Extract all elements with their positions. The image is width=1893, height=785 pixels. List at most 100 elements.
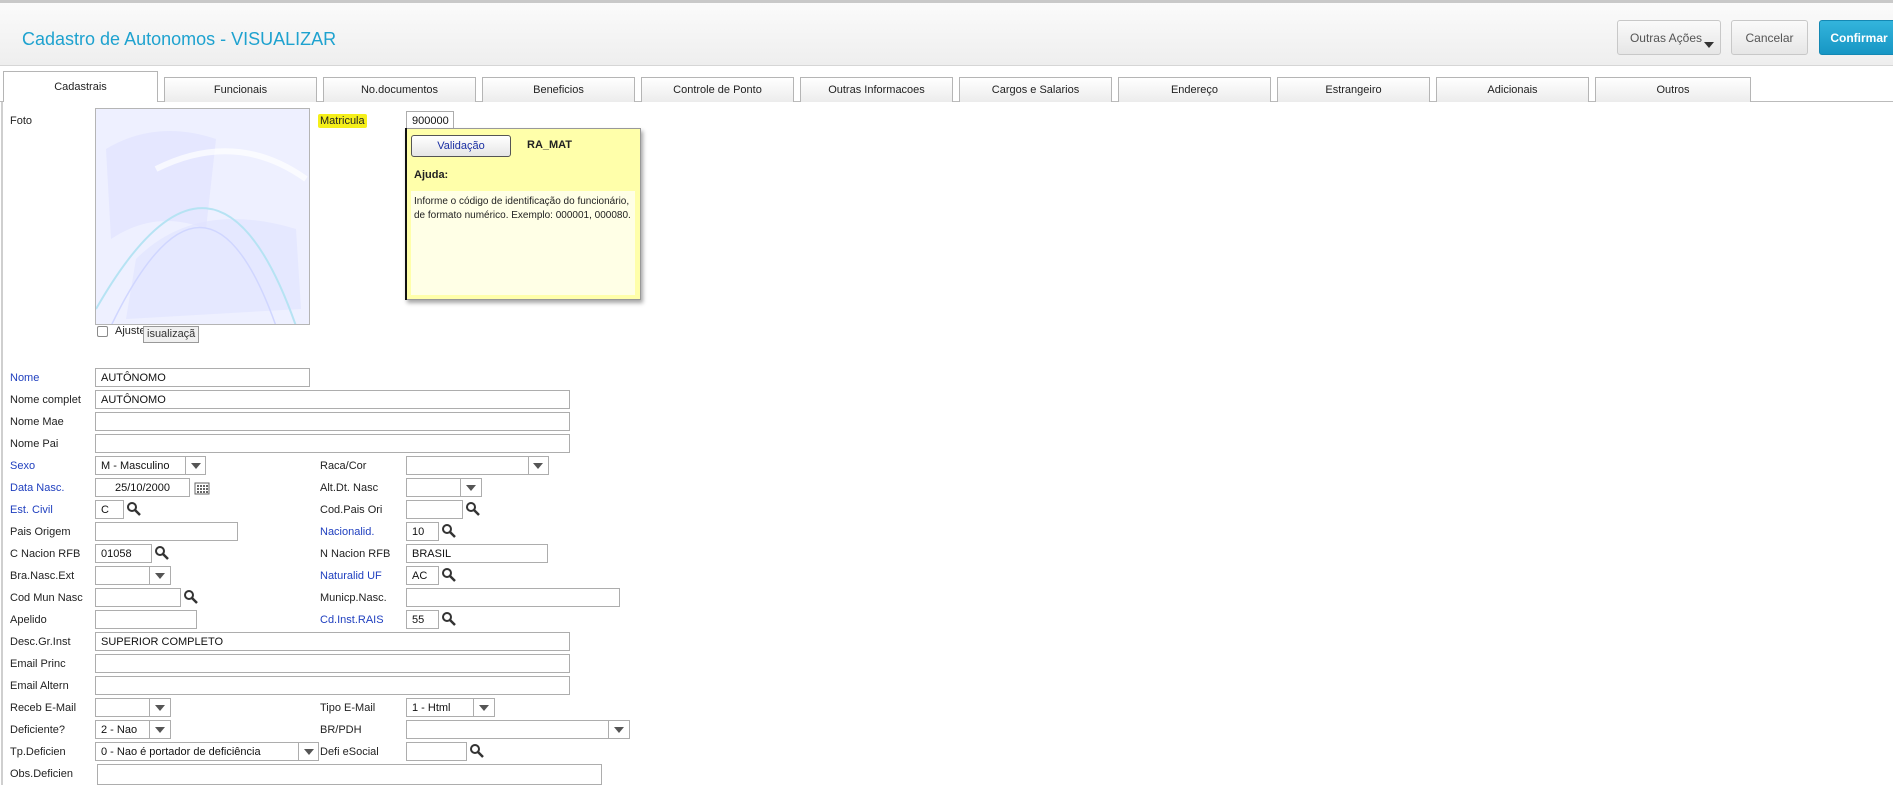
tp-deficien-select-divider [298,743,299,760]
help-field-code: RA_MAT [527,139,573,151]
n-nacion-rfb-field[interactable]: BRASIL [406,544,548,563]
br-pdh-chevron-down-icon[interactable] [612,723,626,736]
ajuste-checkbox[interactable] [97,326,108,337]
search-icon[interactable] [441,567,457,583]
photo-placeholder[interactable] [95,108,310,325]
nome-label: Nome [10,372,40,384]
tab-endereco[interactable]: Endereço [1118,77,1271,102]
est-civil-field[interactable]: C [95,500,124,519]
cd-inst-rais-field[interactable]: 55 [406,610,439,629]
cod-pais-ori-field[interactable] [406,500,463,519]
desc-gr-inst-label: Desc.Gr.Inst [10,636,71,648]
receb-email-chevron-down-icon[interactable] [153,701,167,714]
tp-deficien-label: Tp.Deficien [10,746,66,758]
tab-cadastrais[interactable]: Cadastrais [3,71,158,102]
chevron-down-icon [1704,42,1714,48]
tab-funcionais[interactable]: Funcionais [164,77,317,102]
search-icon[interactable] [154,545,170,561]
municp-nasc-field[interactable] [406,588,620,607]
tab-adicionais[interactable]: Adicionais [1436,77,1589,102]
data-nasc-field[interactable]: 25/10/2000 [95,478,190,497]
br-pdh-label: BR/PDH [320,724,362,736]
search-icon[interactable] [441,611,457,627]
nacionalid-field[interactable]: 10 [406,522,439,541]
validacao-button[interactable]: Validação [411,135,511,157]
receb-email-select-divider [149,699,150,716]
sexo-label: Sexo [10,460,36,472]
email-altern-label: Email Altern [10,680,69,692]
tab-outras-informacoes[interactable]: Outras Informacoes [800,77,953,102]
outras-acoes-button[interactable]: Outras Ações [1617,20,1721,55]
cd-inst-rais-label: Cd.Inst.RAIS [320,614,384,626]
ajuste-label: Ajuste [115,325,146,337]
tab-cargos-e-salarios[interactable]: Cargos e Salarios [959,77,1112,102]
email-altern-field[interactable] [95,676,570,695]
cod-mun-nasc-field[interactable] [95,588,181,607]
deficiente-select-divider [149,721,150,738]
raca-cor-label: Raca/Cor [320,460,367,472]
help-heading: Ajuda: [414,169,449,181]
confirm-button[interactable]: Confirmar [1819,20,1893,55]
bra-nasc-ext-select-divider [149,567,150,584]
c-nacion-rfb-label: C Nacion RFB [10,548,81,560]
naturalid-uf-label: Naturalid UF [320,570,382,582]
tipo-email-select-divider [473,699,474,716]
nome-mae-label: Nome Mae [10,416,64,428]
tab-beneficios[interactable]: Beneficios [482,77,635,102]
nome-mae-field[interactable] [95,412,570,431]
pais-origem-field[interactable] [95,522,238,541]
nome-complet-field[interactable]: AUTÔNOMO [95,390,570,409]
n-nacion-rfb-label: N Nacion RFB [320,548,391,560]
pais-origem-label: Pais Origem [10,526,71,538]
apelido-field[interactable] [95,610,197,629]
visualizacao-tooltip: isualizaçã [143,326,200,343]
tp-deficien-chevron-down-icon[interactable] [302,745,316,758]
br-pdh-select[interactable] [406,720,630,739]
help-text: Informe o código de identificação do fun… [414,196,631,221]
est-civil-label: Est. Civil [10,504,53,516]
defi-esocial-label: Defi eSocial [320,746,379,758]
header-bar: Cadastro de Autonomos - VISUALIZAR [0,3,1893,66]
cancel-button[interactable]: Cancelar [1731,20,1808,55]
nome-pai-field[interactable] [95,434,570,453]
desc-gr-inst-field[interactable]: SUPERIOR COMPLETO [95,632,570,651]
raca-cor-chevron-down-icon[interactable] [531,459,545,472]
c-nacion-rfb-field[interactable]: 01058 [95,544,152,563]
obs-deficien-field[interactable] [97,764,602,785]
search-icon[interactable] [126,501,142,517]
obs-deficien-label: Obs.Deficien [10,768,73,780]
data-nasc-label: Data Nasc. [10,482,65,494]
bra-nasc-ext-label: Bra.Nasc.Ext [10,570,75,582]
tab-estrangeiro[interactable]: Estrangeiro [1277,77,1430,102]
alt-dt-nasc-chevron-down-icon[interactable] [464,481,478,494]
tab-controle-de-ponto[interactable]: Controle de Ponto [641,77,794,102]
photo-placeholder-graphic [96,109,309,324]
search-icon[interactable] [441,523,457,539]
sexo-chevron-down-icon[interactable] [189,459,203,472]
search-icon[interactable] [469,743,485,759]
tp-deficien-select[interactable]: 0 - Nao é portador de deficiência [95,742,319,761]
nome-pai-label: Nome Pai [10,438,59,450]
defi-esocial-field[interactable] [406,742,467,761]
calendar-icon[interactable] [194,480,210,496]
search-icon[interactable] [465,501,481,517]
email-princ-label: Email Princ [10,658,66,670]
outras-acoes-label: Outras Ações [1629,30,1703,45]
alt-dt-nasc-select-divider [460,479,461,496]
help-popup: Validação RA_MAT Ajuda: Informe o código… [405,128,641,300]
email-princ-field[interactable] [95,654,570,673]
tab-outros[interactable]: Outros [1595,77,1751,102]
municp-nasc-label: Municp.Nasc. [320,592,387,604]
sexo-select-divider [185,457,186,474]
tab-no-documentos[interactable]: No.documentos [323,77,476,102]
nome-field[interactable]: AUTÔNOMO [95,368,310,387]
naturalid-uf-field[interactable]: AC [406,566,439,585]
bra-nasc-ext-chevron-down-icon[interactable] [153,569,167,582]
search-icon[interactable] [183,589,199,605]
raca-cor-select-divider [528,457,529,474]
tipo-email-chevron-down-icon[interactable] [477,701,491,714]
matricula-label: Matricula [318,114,367,128]
deficiente-chevron-down-icon[interactable] [153,723,167,736]
page-title: Cadastro de Autonomos - VISUALIZAR [22,29,337,49]
deficiente-label: Deficiente? [10,724,66,736]
